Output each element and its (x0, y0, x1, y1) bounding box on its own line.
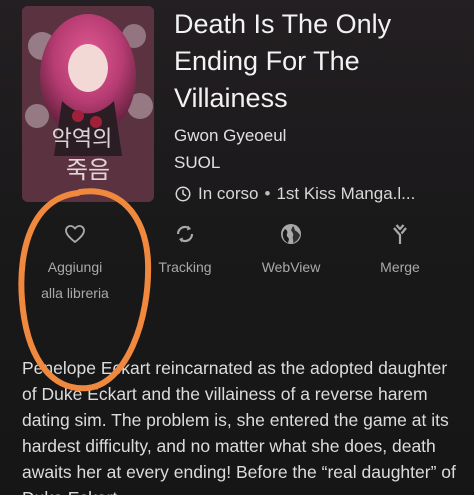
svg-text:악역의: 악역의 (52, 127, 113, 152)
manga-description[interactable]: Penelope Eckart reincarnated as the adop… (22, 355, 462, 495)
cover-image[interactable]: 악역의 죽음 (22, 6, 154, 202)
merge-button[interactable]: Merge (355, 222, 445, 280)
clock-icon (175, 186, 191, 202)
manga-details-screen: 악역의 죽음 Death Is The Only Ending For The … (0, 0, 474, 495)
svg-text:죽음: 죽음 (66, 156, 110, 184)
status-text: In corso (198, 184, 259, 203)
artist-name[interactable]: SUOL (174, 153, 220, 173)
status-separator: • (264, 184, 271, 203)
add-to-library-label: Aggiungi alla libreria (41, 259, 109, 301)
webview-label: WebView (261, 259, 321, 275)
globe-icon (281, 224, 301, 244)
manga-title: Death Is The Only Ending For The Villain… (174, 9, 392, 113)
merge-label: Merge (380, 259, 420, 275)
status-row: In corso • 1st Kiss Manga.l... (174, 181, 469, 207)
source-name[interactable]: 1st Kiss Manga.l... (276, 184, 415, 204)
tracking-label: Tracking (158, 259, 212, 275)
author-name[interactable]: Gwon Gyeoeul (174, 126, 286, 146)
cover-illustration: 악역의 죽음 (22, 6, 154, 202)
webview-button[interactable]: WebView (245, 222, 337, 280)
sync-icon (176, 225, 194, 243)
action-bar: Aggiungi alla libreria Tracking WebView (0, 222, 474, 342)
add-to-library-button[interactable]: Aggiungi alla libreria (30, 222, 120, 306)
tracking-button[interactable]: Tracking (140, 222, 230, 280)
heart-outline-icon (65, 225, 85, 243)
merge-icon (393, 224, 407, 244)
